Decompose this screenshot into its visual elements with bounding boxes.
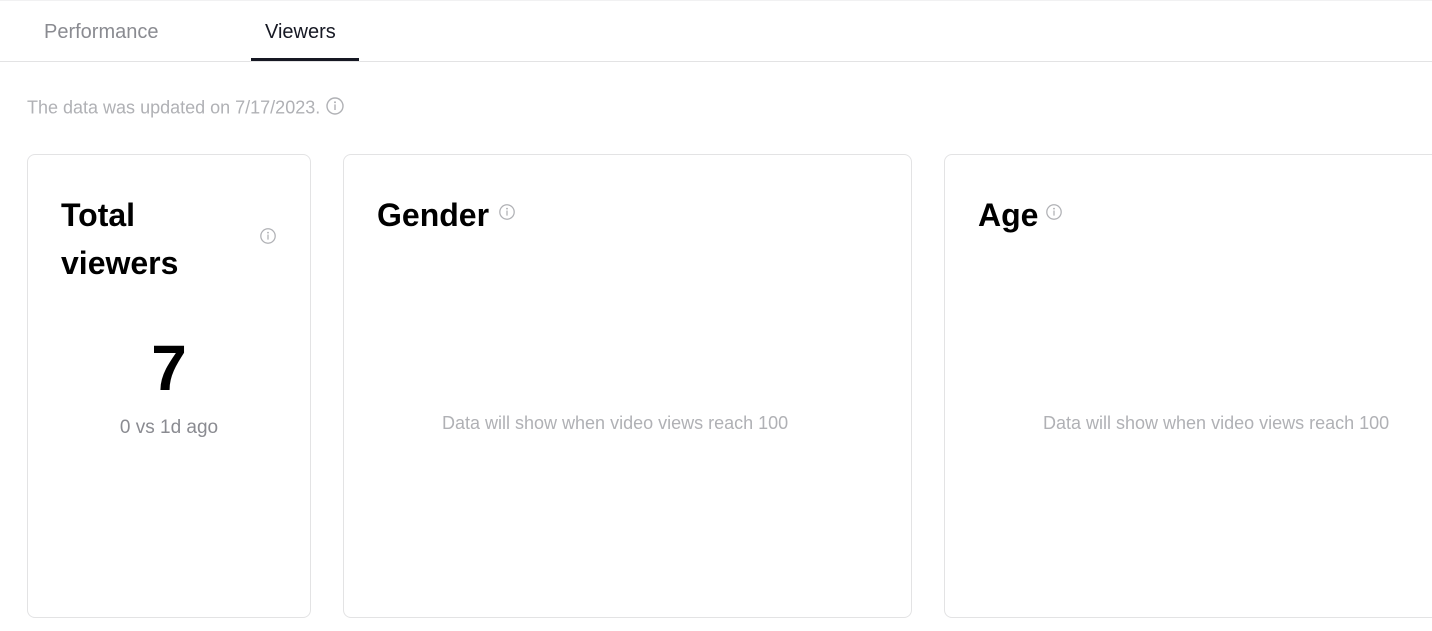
age-card: Age Data will show when video views reac… [944,154,1432,618]
tab-viewers[interactable]: Viewers [265,19,336,45]
data-updated-note: The data was updated on 7/17/2023. [27,96,345,121]
info-icon[interactable] [259,227,277,250]
info-icon[interactable] [325,96,345,121]
tab-bar: Performance Viewers [0,0,1432,62]
tab-performance[interactable]: Performance [44,19,159,45]
info-icon[interactable] [498,203,516,226]
total-viewers-comparison: 0 vs 1d ago [119,417,219,438]
active-tab-indicator [251,58,359,61]
total-viewers-title: Total viewers [61,197,179,281]
age-empty-message: Data will show when video views reach 10… [1043,413,1390,433]
total-viewers-value: 7 [151,332,187,404]
data-updated-text: The data was updated on 7/17/2023. [27,97,321,118]
age-title: Age [978,197,1039,233]
gender-empty-message: Data will show when video views reach 10… [442,413,789,433]
info-icon[interactable] [1045,203,1063,226]
total-viewers-card: Total viewers 7 0 vs 1d ago [27,154,311,618]
gender-title: Gender [377,197,490,233]
gender-card: Gender Data will show when video views r… [343,154,912,618]
